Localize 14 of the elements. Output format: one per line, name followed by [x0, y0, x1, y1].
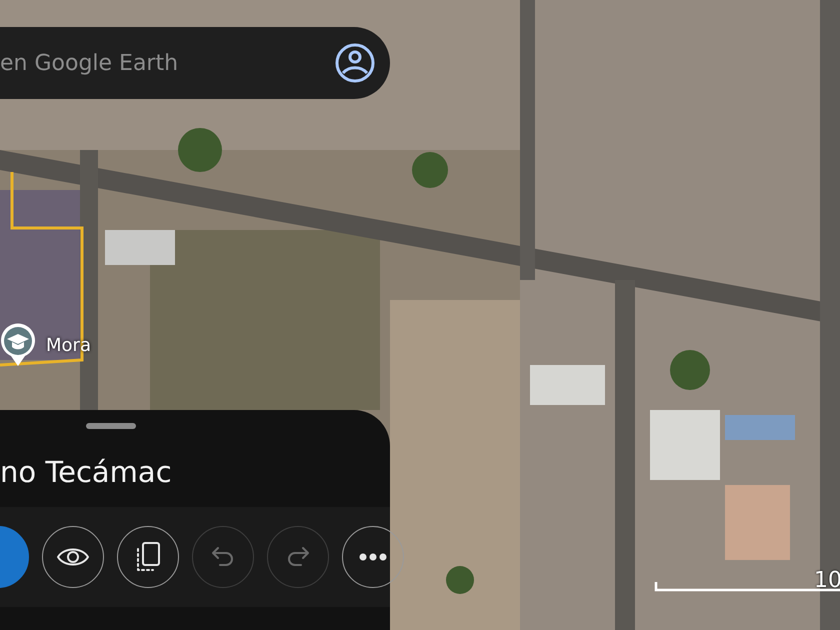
search-field[interactable]: en Google Earth [0, 50, 300, 76]
pages-button[interactable] [117, 526, 179, 588]
account-icon[interactable] [334, 42, 376, 84]
place-title: no Tecámac [0, 455, 173, 489]
more-icon [359, 553, 387, 561]
eye-icon [56, 546, 90, 568]
drag-handle[interactable] [86, 423, 136, 429]
more-button[interactable] [342, 526, 404, 588]
search-bar[interactable]: en Google Earth [0, 27, 390, 99]
page-stack-icon [135, 541, 161, 573]
redo-icon [285, 545, 311, 569]
view-button[interactable] [42, 526, 104, 588]
undo-icon [210, 545, 236, 569]
graduation-cap-pin-icon[interactable] [0, 323, 36, 367]
